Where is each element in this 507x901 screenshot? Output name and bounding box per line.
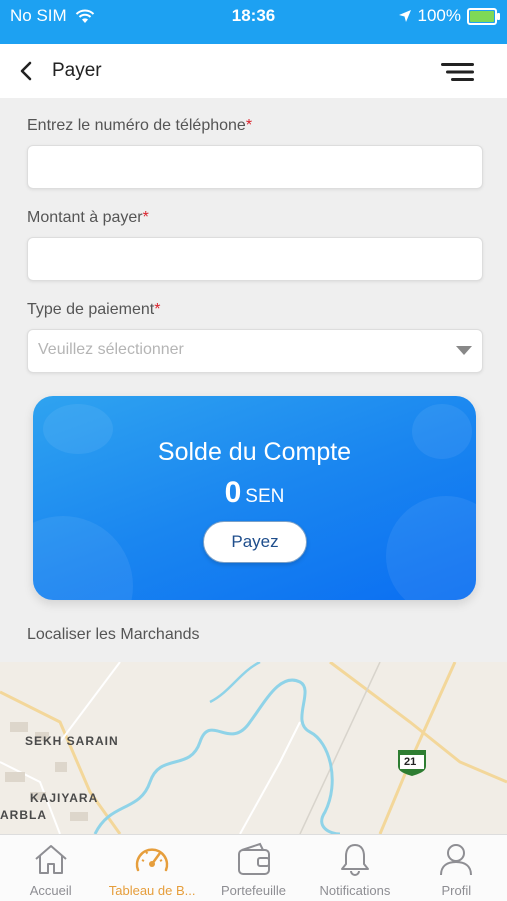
tab-label: Profil <box>441 883 472 898</box>
required-mark: * <box>245 117 253 134</box>
balance-title: Solde du Compte <box>157 438 352 466</box>
balance-value: 0 <box>224 476 242 509</box>
wallet-icon <box>237 842 270 875</box>
map-label: KAJIYARA <box>30 791 99 805</box>
required-mark: * <box>142 209 149 226</box>
tab-portefeuille[interactable]: Portefeuille <box>203 835 304 901</box>
status-bar: No SIM 18:36 100% <box>0 0 507 44</box>
map-label: SEKH SARAIN <box>25 734 119 748</box>
payment-type-label: Type de paiement* <box>27 301 161 318</box>
dashboard-icon <box>135 848 169 872</box>
amount-input[interactable] <box>27 237 483 281</box>
map-canvas <box>0 662 507 834</box>
payment-type-placeholder: Veuillez sélectionner <box>38 341 184 358</box>
amount-label: Montant à payer* <box>27 209 149 226</box>
tab-bar: Accueil Tableau de B... Portefeuille Not… <box>0 834 507 901</box>
page-title: Payer <box>52 60 102 81</box>
tab-notifications[interactable]: Notifications <box>304 835 405 901</box>
merchants-map[interactable]: SEKH SARAIN KAJIYARA ARBLA 21 <box>0 662 507 834</box>
tab-accueil[interactable]: Accueil <box>0 835 101 901</box>
phone-input[interactable] <box>27 145 483 189</box>
dropdown-caret-icon <box>456 346 472 355</box>
balance-currency: SEN <box>245 486 285 507</box>
balance-card: Solde du Compte 0 SEN Payez <box>33 396 476 600</box>
battery-percentage: 100% <box>417 6 461 25</box>
tab-label: Accueil <box>29 883 72 898</box>
navigation-bar: Payer <box>0 44 507 98</box>
tab-label: Tableau de B... <box>108 883 196 898</box>
map-label: ARBLA <box>0 808 47 822</box>
battery-icon <box>467 7 500 25</box>
locate-merchants-label: Localiser les Marchands <box>27 626 200 643</box>
tab-label: Portefeuille <box>220 883 287 898</box>
location-arrow-icon <box>398 10 411 22</box>
pay-button[interactable]: Payez <box>203 521 307 563</box>
tab-profil[interactable]: Profil <box>406 835 507 901</box>
route-number: 21 <box>404 756 417 768</box>
home-icon <box>35 845 67 874</box>
required-mark: * <box>154 301 161 318</box>
tab-label: Notifications <box>319 883 391 898</box>
tab-tableau-de-bord[interactable]: Tableau de B... <box>101 835 202 901</box>
balance-amount: 0 SEN <box>33 476 476 510</box>
phone-label: Entrez le numéro de téléphone* <box>27 117 253 134</box>
bell-icon <box>340 844 369 876</box>
user-icon <box>440 844 473 876</box>
back-chevron-icon[interactable] <box>16 60 38 82</box>
menu-icon[interactable] <box>441 62 477 82</box>
payment-type-select[interactable]: Veuillez sélectionner <box>27 329 483 373</box>
